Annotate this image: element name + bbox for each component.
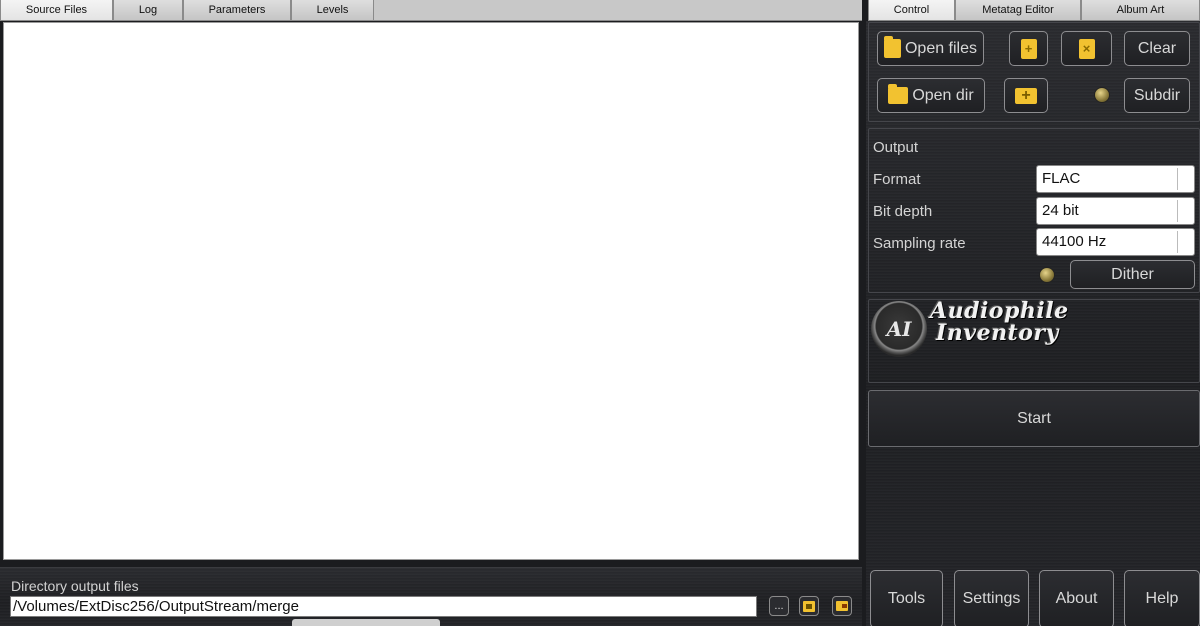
add-file-button[interactable]: + <box>1009 31 1048 66</box>
subdir-toggle[interactable] <box>1094 87 1110 103</box>
subdir-button[interactable]: Subdir <box>1124 78 1190 113</box>
browse-button[interactable]: ... <box>769 596 789 616</box>
settings-button[interactable]: Settings <box>954 570 1029 626</box>
tooltip-fragment <box>292 619 440 626</box>
open-dir-label: Open dir <box>912 86 974 104</box>
start-button[interactable]: Start <box>868 390 1200 447</box>
open-folder-button[interactable] <box>799 596 819 616</box>
tab-parameters[interactable]: Parameters <box>183 0 291 21</box>
subdir-label: Subdir <box>1133 86 1181 104</box>
tab-control[interactable]: Control <box>868 0 955 21</box>
dither-label: Dither <box>1111 265 1154 283</box>
about-button[interactable]: About <box>1039 570 1114 626</box>
sampling-rate-select[interactable]: 44100 Hz <box>1036 228 1195 256</box>
logo-line1: Audiophile <box>930 298 1069 324</box>
format-select[interactable]: FLAC <box>1036 165 1195 193</box>
dither-toggle[interactable] <box>1039 267 1055 283</box>
directory-output-label: Directory output files <box>11 578 139 594</box>
bit-depth-label: Bit depth <box>873 203 933 220</box>
tab-source-files[interactable]: Source Files <box>0 0 113 21</box>
tabbar-filler <box>374 0 862 21</box>
output-header: Output <box>873 139 919 156</box>
file-icon <box>883 36 901 58</box>
tab-metatag-editor[interactable]: Metatag Editor <box>955 0 1081 21</box>
remove-file-button[interactable]: × <box>1061 31 1112 66</box>
folder-icon <box>888 84 909 104</box>
logo-line2: Inventory <box>936 320 1059 346</box>
folder-arrow-icon <box>836 601 848 611</box>
add-folder-icon: + <box>1015 87 1037 104</box>
tab-album-art[interactable]: Album Art <box>1081 0 1200 21</box>
add-folder-button[interactable]: + <box>1004 78 1048 113</box>
bit-depth-select[interactable]: 24 bit <box>1036 197 1195 225</box>
dither-button[interactable]: Dither <box>1070 260 1195 289</box>
format-label: Format <box>873 171 921 188</box>
control-tabbar: Control Metatag Editor Album Art <box>868 0 1200 21</box>
open-files-label: Open files <box>904 39 978 57</box>
source-file-list[interactable] <box>3 22 859 560</box>
tab-levels[interactable]: Levels <box>291 0 374 21</box>
clear-label: Clear <box>1137 39 1177 57</box>
open-dir-button[interactable]: Open dir <box>877 78 985 113</box>
remove-file-icon: × <box>1078 38 1095 59</box>
clear-button[interactable]: Clear <box>1124 31 1190 66</box>
help-button[interactable]: Help <box>1124 570 1200 626</box>
logo-emblem: AI <box>871 301 927 357</box>
logo-wordmark: Audiophile Inventory <box>930 300 1069 344</box>
add-file-icon: + <box>1020 38 1037 59</box>
start-label: Start <box>1017 409 1051 427</box>
sampling-rate-label: Sampling rate <box>873 235 966 252</box>
directory-output-input[interactable]: /Volumes/ExtDisc256/OutputStream/merge <box>10 596 757 617</box>
source-tabbar: Source Files Log Parameters Levels <box>0 0 374 21</box>
tools-button[interactable]: Tools <box>870 570 943 626</box>
open-files-button[interactable]: Open files <box>877 31 984 66</box>
folder-arrow-button[interactable] <box>832 596 852 616</box>
logo-monogram: AI <box>886 317 912 341</box>
open-folder-icon <box>803 600 815 612</box>
tab-log[interactable]: Log <box>113 0 183 21</box>
